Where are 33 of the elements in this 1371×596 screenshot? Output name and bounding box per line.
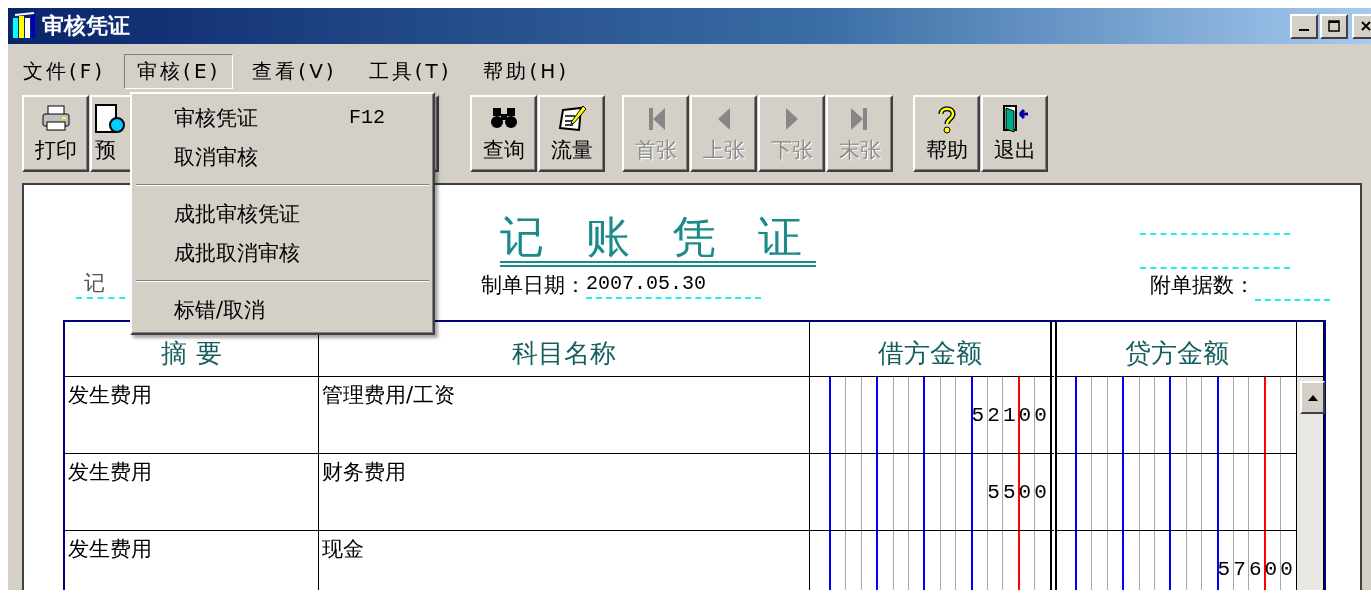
close-button[interactable] [1352, 13, 1371, 39]
toolbar-button[interactable]: 退出 [981, 95, 1048, 172]
toolbar-button[interactable]: 帮助 [913, 95, 980, 172]
menu-item[interactable]: 工具(T) [355, 53, 465, 89]
menu-item[interactable]: 审核(E) [124, 53, 234, 89]
voucher-title: 记 账 凭 证 [500, 213, 816, 268]
minimize-icon [1299, 29, 1309, 31]
notepad-pencil-icon [556, 103, 587, 134]
maximize-icon [1328, 20, 1340, 32]
toolbar-button[interactable]: 查询 [470, 95, 537, 172]
menu-item[interactable]: 帮助(H) [470, 53, 583, 89]
window-title: 审核凭证 [42, 12, 130, 40]
scrollbar[interactable] [1297, 377, 1324, 590]
triangle-up-icon [1306, 393, 1319, 402]
menu-item[interactable]: 文件(F) [10, 53, 119, 89]
minimize-button[interactable] [1290, 13, 1318, 39]
dropdown-item[interactable]: 成批取消审核 [134, 233, 431, 272]
scroll-up-button[interactable] [1300, 381, 1325, 414]
table-cell: 发生费用 [65, 454, 319, 531]
date-label: 制单日期： [481, 272, 586, 299]
page-magnifier-icon [95, 103, 125, 134]
maximize-button[interactable] [1320, 13, 1348, 39]
toolbar-button[interactable]: 打印 [22, 95, 89, 172]
menu-item[interactable]: 查看(V) [239, 53, 350, 89]
attachments-label: 附单据数： [1150, 272, 1255, 299]
toolbar-button[interactable]: 流量 [538, 95, 605, 172]
date-value: 2007.05.30 [586, 272, 761, 299]
table-cell: 发生费用 [65, 377, 319, 454]
printer-icon [40, 103, 71, 134]
books-icon [12, 12, 36, 40]
close-icon [1360, 20, 1371, 32]
dropdown-item[interactable]: 成批审核凭证 [134, 194, 431, 233]
table-cell: 发生费用 [65, 531, 319, 590]
